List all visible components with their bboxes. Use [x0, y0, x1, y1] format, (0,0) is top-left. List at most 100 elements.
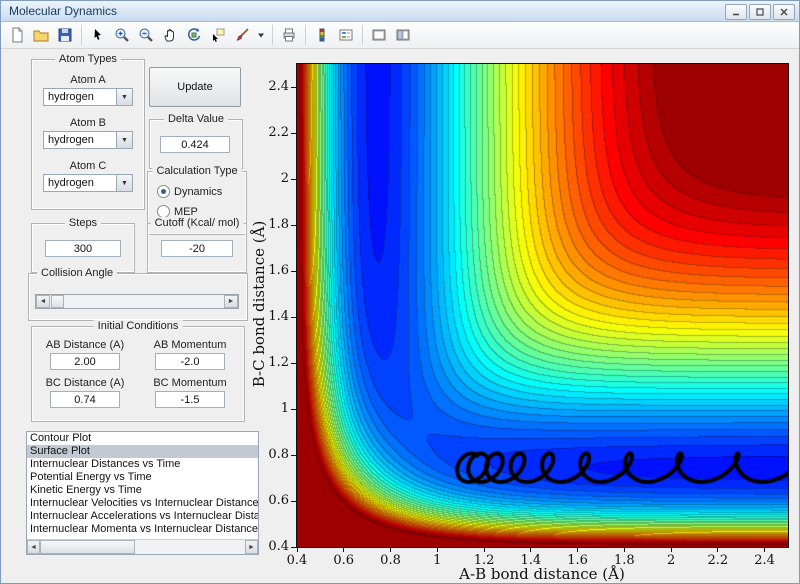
- pan-button[interactable]: [159, 24, 181, 46]
- list-item[interactable]: Kinetic Energy vs Time: [27, 484, 258, 497]
- open-file-button[interactable]: [30, 24, 52, 46]
- ab-distance-label: AB Distance (A): [45, 339, 125, 351]
- y-tick-label: 2: [280, 171, 289, 186]
- toolbar: [1, 22, 799, 49]
- dropdown-arrow-icon: ▼: [116, 175, 132, 191]
- print-button[interactable]: [278, 24, 300, 46]
- list-item[interactable]: Internuclear Momenta vs Internuclear Dis…: [27, 523, 258, 536]
- list-item[interactable]: Internuclear Accelerations vs Internucle…: [27, 510, 258, 523]
- bc-momentum-label: BC Momentum: [153, 377, 227, 389]
- zoom-out-button[interactable]: [135, 24, 157, 46]
- cutoff-field[interactable]: [161, 240, 233, 257]
- x-tick-mark: [764, 548, 766, 552]
- delta-value-field[interactable]: [160, 136, 230, 153]
- y-tick-label: 1: [280, 401, 289, 416]
- slider-left-arrow[interactable]: ◄: [36, 295, 50, 308]
- list-item[interactable]: Internuclear Velocities vs Internuclear …: [27, 497, 258, 510]
- rotate-3d-button[interactable]: [183, 24, 205, 46]
- dynamics-radio[interactable]: Dynamics: [157, 185, 222, 198]
- new-figure-button[interactable]: [6, 24, 28, 46]
- atom-b-value: hydrogen: [48, 134, 94, 146]
- x-tick-label: 0.8: [380, 553, 401, 568]
- x-tick-mark: [623, 548, 625, 552]
- bc-momentum-field[interactable]: [155, 391, 225, 408]
- brush-button[interactable]: [231, 24, 253, 46]
- collision-angle-panel: Collision Angle ◄ ►: [28, 267, 248, 321]
- radio-icon: [157, 185, 170, 198]
- contour-plot-canvas[interactable]: [297, 64, 788, 547]
- bc-distance-label: BC Distance (A): [45, 377, 125, 389]
- slider-thumb[interactable]: [51, 295, 64, 308]
- initial-conditions-title: Initial Conditions: [93, 320, 183, 332]
- x-tick-label: 2.4: [754, 553, 775, 568]
- toolbar-separator: [81, 25, 82, 45]
- x-tick-label: 2: [666, 553, 676, 568]
- delta-value-title: Delta Value: [163, 113, 229, 125]
- x-tick-mark: [717, 548, 719, 552]
- edit-plot-button[interactable]: [87, 24, 109, 46]
- maximize-button[interactable]: [749, 4, 771, 20]
- open-folder-icon: [33, 30, 49, 42]
- x-tick-label: 0.4: [286, 553, 308, 568]
- x-tick-mark: [577, 548, 579, 552]
- x-tick-label: 0.6: [333, 553, 355, 568]
- atom-a-dropdown[interactable]: hydrogen ▼: [43, 88, 133, 106]
- insert-legend-button[interactable]: [335, 24, 357, 46]
- list-item[interactable]: Internuclear Distances vs Time: [27, 458, 258, 471]
- dropdown-arrow-icon: ▼: [116, 89, 132, 105]
- data-cursor-button[interactable]: [207, 24, 229, 46]
- y-tick-label: 2.4: [268, 79, 289, 94]
- x-tick-mark: [436, 548, 438, 552]
- insert-colorbar-button[interactable]: [311, 24, 333, 46]
- minimize-icon: [733, 13, 739, 16]
- atom-a-value: hydrogen: [48, 91, 94, 103]
- zoom-in-button[interactable]: [111, 24, 133, 46]
- list-item[interactable]: Surface Plot: [27, 445, 258, 458]
- dropdown-arrow-icon: ▼: [116, 132, 132, 148]
- ab-distance-field[interactable]: [50, 353, 120, 370]
- close-button[interactable]: [773, 4, 795, 20]
- atom-c-dropdown[interactable]: hydrogen ▼: [43, 174, 133, 192]
- figure-content: Atom Types Atom A hydrogen ▼ Atom B hydr…: [1, 49, 799, 583]
- maximize-icon: [756, 8, 764, 16]
- atom-b-label: Atom B: [69, 117, 107, 129]
- list-item[interactable]: Potential Energy vs Time: [27, 471, 258, 484]
- dynamics-radio-label: Dynamics: [174, 185, 223, 198]
- brush-menu-caret-icon: [258, 33, 264, 38]
- list-item[interactable]: Contour Plot: [27, 432, 258, 445]
- scrollbar-thumb[interactable]: [40, 540, 135, 554]
- brush-icon: [236, 28, 249, 41]
- listbox-horizontal-scrollbar[interactable]: ◄ ►: [27, 539, 258, 554]
- window-title: Molecular Dynamics: [9, 4, 118, 18]
- brush-menu-button[interactable]: [255, 24, 267, 46]
- save-figure-button[interactable]: [54, 24, 76, 46]
- show-plot-tools-button[interactable]: [392, 24, 414, 46]
- steps-panel: Steps: [31, 217, 135, 273]
- atom-b-dropdown[interactable]: hydrogen ▼: [43, 131, 133, 149]
- plot-frame: [296, 63, 789, 548]
- atom-types-panel: Atom Types Atom A hydrogen ▼ Atom B hydr…: [31, 53, 145, 210]
- slider-right-arrow[interactable]: ►: [224, 295, 238, 308]
- collision-angle-slider[interactable]: ◄ ►: [35, 294, 239, 309]
- window-buttons: [725, 4, 795, 20]
- scrollbar-left-arrow[interactable]: ◄: [27, 540, 40, 554]
- y-tick-label: 2.2: [268, 125, 289, 140]
- collision-angle-title: Collision Angle: [37, 267, 118, 279]
- atom-c-value: hydrogen: [48, 177, 94, 189]
- scrollbar-right-arrow[interactable]: ►: [245, 540, 258, 554]
- toolbar-separator: [362, 25, 363, 45]
- bc-distance-field[interactable]: [50, 391, 120, 408]
- show-plot-tools-icon: [396, 29, 410, 41]
- titlebar[interactable]: Molecular Dynamics: [1, 1, 799, 22]
- insert-legend-icon: [339, 29, 353, 41]
- minimize-button[interactable]: [725, 4, 747, 20]
- steps-title: Steps: [64, 217, 102, 229]
- x-axis-label: A-B bond distance (Å): [459, 565, 625, 583]
- hide-plot-tools-button[interactable]: [368, 24, 390, 46]
- x-tick-mark: [390, 548, 392, 552]
- steps-field[interactable]: [45, 240, 121, 257]
- ab-momentum-field[interactable]: [155, 353, 225, 370]
- x-tick-mark: [530, 548, 532, 552]
- plot-type-listbox[interactable]: Contour Plot Surface Plot Internuclear D…: [26, 431, 259, 555]
- update-button[interactable]: Update: [149, 67, 241, 107]
